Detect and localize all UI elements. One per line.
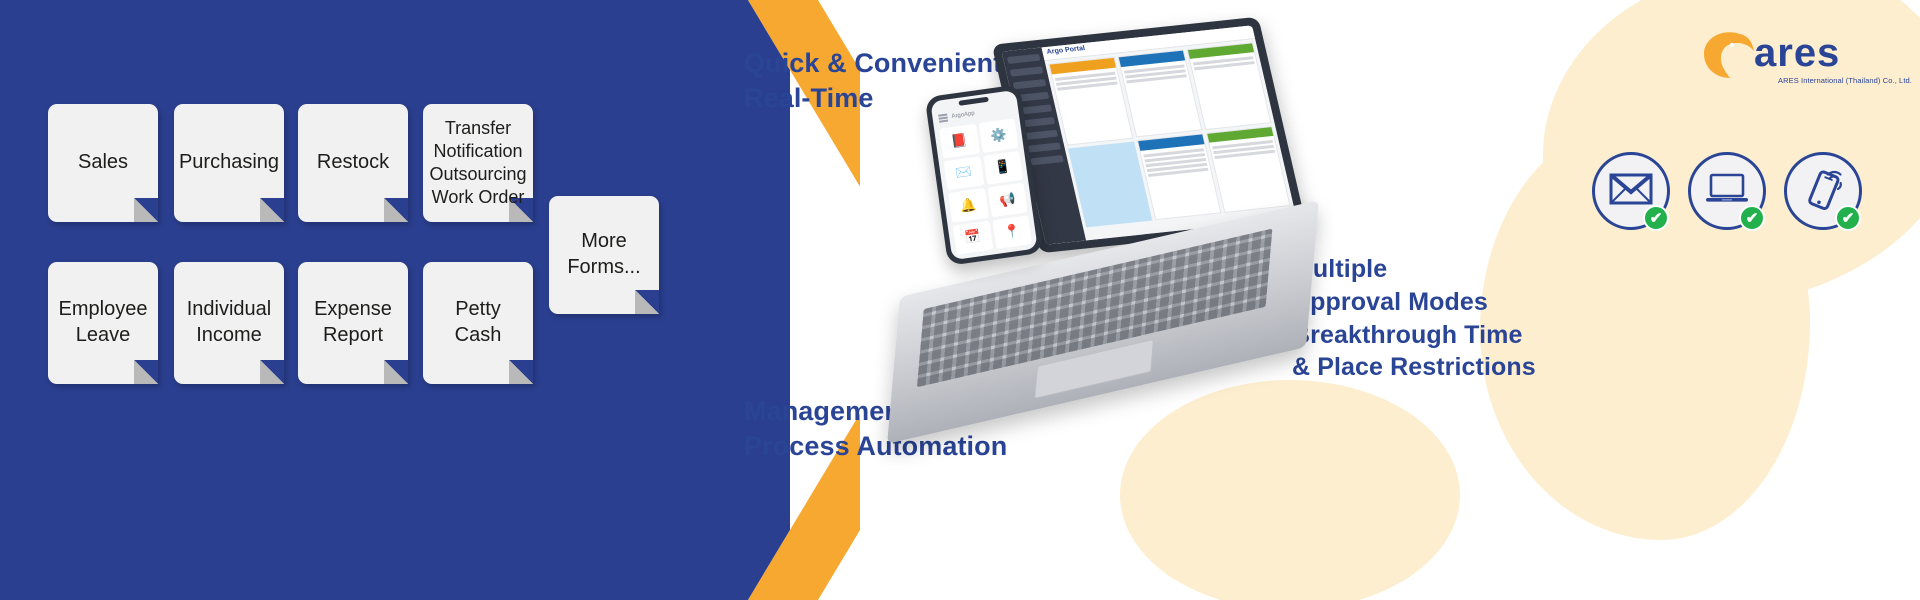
app-tile[interactable]: 📍 [991, 214, 1033, 250]
more-forms-card[interactable]: More Forms... [549, 196, 659, 314]
portal-content: Argo Portal [1041, 25, 1297, 241]
hamburger-menu-icon[interactable] [938, 112, 949, 124]
form-card[interactable]: Purchasing [174, 104, 284, 222]
channel-laptop: ✔ [1688, 152, 1766, 231]
form-card-label: Petty Cash [454, 298, 502, 346]
ares-logo-tagline: ARES International (Thailand) Co., Ltd. [1778, 76, 1912, 85]
form-card-label: More Forms... [567, 230, 641, 278]
phone-app-grid: 📕 ⚙️ ✉️ 📱 🔔 📢 📅 📍 [939, 118, 1033, 255]
form-card-label: Restock [316, 151, 390, 174]
page-fold-corner-icon [260, 198, 284, 222]
app-tile[interactable]: 📕 [939, 123, 980, 159]
app-tile[interactable]: ✉️ [943, 155, 984, 191]
svg-text:ares: ares [1754, 31, 1840, 75]
portal-brand-label: Argo Portal [1046, 45, 1086, 56]
verified-check-icon: ✔ [1643, 205, 1669, 231]
laptop-icon [1704, 172, 1750, 211]
form-card-label: Employee Leave [58, 298, 148, 346]
form-card-label: Purchasing [178, 151, 280, 174]
page-fold-corner-icon [134, 360, 158, 384]
form-card-grid: Sales Purchasing Restock Transfer Notifi… [0, 0, 790, 600]
portal-widget-grid [1045, 39, 1295, 231]
ares-wordmark: ares [1754, 30, 1904, 81]
page-fold-corner-icon [260, 360, 284, 384]
form-card-label: Transfer Notification Outsourcing Work O… [429, 117, 527, 208]
banner-root: Sales Purchasing Restock Transfer Notifi… [0, 0, 1920, 600]
phone-screen: ArgoApp 📕 ⚙️ ✉️ 📱 🔔 📢 📅 📍 [930, 89, 1038, 261]
app-tile[interactable]: 📱 [982, 150, 1024, 185]
verified-check-icon: ✔ [1739, 205, 1765, 231]
form-card-label: Individual Income [186, 298, 272, 346]
form-card[interactable]: Sales [48, 104, 158, 222]
page-fold-corner-icon [384, 360, 408, 384]
laptop-screen: Argo Portal [1001, 25, 1297, 245]
app-tile[interactable]: ⚙️ [978, 118, 1019, 153]
app-tile[interactable]: 📅 [952, 220, 993, 255]
channel-mobile: ✔ [1784, 152, 1862, 231]
verified-check-icon: ✔ [1835, 205, 1861, 231]
phone-notch [958, 96, 989, 106]
channel-email: ✔ [1592, 152, 1670, 231]
form-card[interactable]: Employee Leave [48, 262, 158, 384]
form-card[interactable]: Restock [298, 104, 408, 222]
app-tile[interactable]: 📢 [987, 182, 1028, 217]
form-card[interactable]: Expense Report [298, 262, 408, 384]
page-fold-corner-icon [384, 198, 408, 222]
portal-widget [1205, 125, 1291, 213]
approval-channel-icons: ✔ ✔ ✔ [1592, 152, 1862, 248]
page-fold-corner-icon [134, 198, 158, 222]
laptop-device: Argo Portal [860, 16, 1330, 488]
page-fold-corner-icon [509, 360, 533, 384]
envelope-icon [1609, 172, 1653, 210]
form-card-label: Sales [77, 151, 129, 174]
ares-bird-mark-icon [1700, 26, 1760, 80]
ares-logo[interactable]: ares ARES International (Thailand) Co., … [1700, 24, 1912, 96]
app-tile[interactable]: 🔔 [948, 188, 989, 223]
form-card[interactable]: Petty Cash [423, 262, 533, 384]
form-card[interactable]: Transfer Notification Outsourcing Work O… [423, 104, 533, 222]
form-card-label: Expense Report [314, 298, 392, 346]
portal-widget [1186, 42, 1272, 130]
phone-app-title: ArgoApp [951, 110, 976, 120]
form-card[interactable]: Individual Income [174, 262, 284, 384]
device-mockup-group: Argo Portal ArgoApp 📕 ⚙️ ✉️ 📱 🔔 📢 📅 📍 [860, 16, 1330, 488]
page-fold-corner-icon [635, 290, 659, 314]
